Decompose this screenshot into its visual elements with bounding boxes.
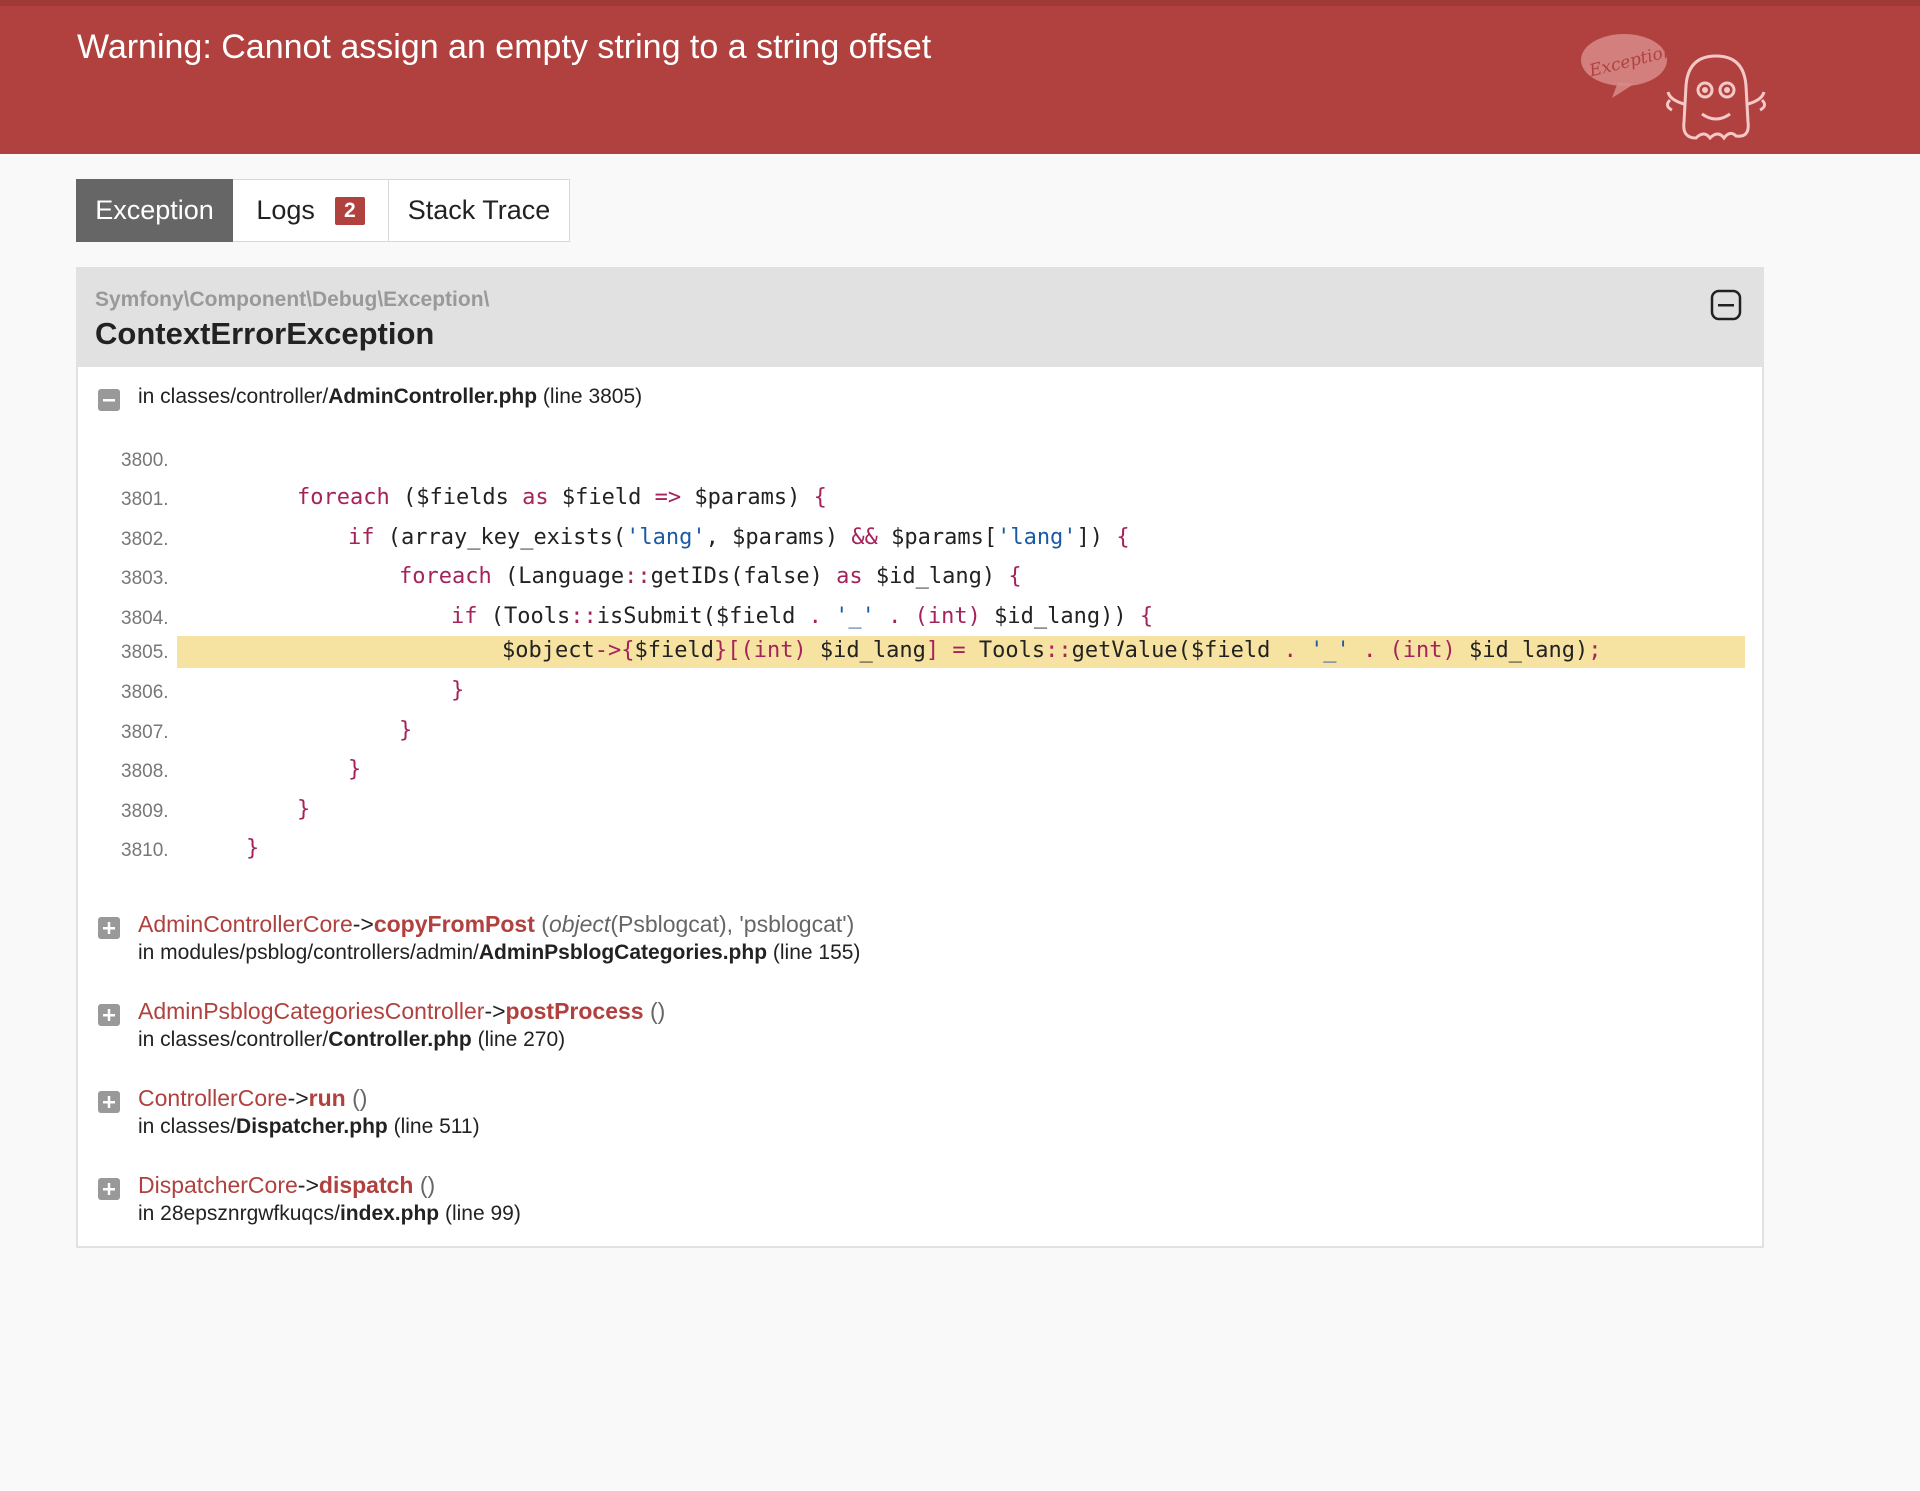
code-text: $object->{$field}[(int) $id_lang] = Tool… <box>502 638 1602 663</box>
tab-stack-trace-label: Stack Trace <box>407 195 551 225</box>
frame-location-line: (line 3805) <box>542 385 643 408</box>
trace-call[interactable]: DispatcherCore->dispatch () <box>138 1172 435 1199</box>
trace-location: in classes/controller/Controller.php (li… <box>138 1028 565 1052</box>
code-line: 3802. if (array_key_exists('lang', $para… <box>78 523 1762 555</box>
trace-arrow: -> <box>297 1172 319 1198</box>
trace-location-line: (line 511) <box>393 1115 480 1138</box>
trace-arrow: -> <box>352 911 374 937</box>
expand-frame-icon[interactable] <box>98 1178 120 1200</box>
trace-location-file: Dispatcher.php <box>236 1115 388 1138</box>
exception-header: Warning: Cannot assign an empty string t… <box>0 0 1920 154</box>
trace-method: copyFromPost <box>373 911 535 937</box>
line-number: 3808. <box>121 761 169 782</box>
exception-namespace: Symfony\Component\Debug\Exception\ <box>95 288 490 311</box>
code-text: if (Tools::isSubmit($field . '_' . (int)… <box>451 604 1154 629</box>
tab-exception-label: Exception <box>95 195 214 225</box>
tab-stack-trace[interactable]: Stack Trace <box>389 179 570 242</box>
trace-location-file: Controller.php <box>328 1028 472 1051</box>
code-line-highlighted: 3805. $object->{$field}[(int) $id_lang] … <box>78 636 1762 668</box>
exception-class: ContextErrorException <box>95 316 435 351</box>
code-line: 3808. } <box>78 755 1762 787</box>
trace-args: () <box>345 1085 368 1111</box>
tab-logs[interactable]: Logs 2 <box>233 179 389 242</box>
trace-location-prefix: in modules/psblog/controllers/admin/ <box>138 941 479 964</box>
trace-class: DispatcherCore <box>138 1172 298 1198</box>
trace-class: ControllerCore <box>138 1085 288 1111</box>
trace-method: dispatch <box>318 1172 414 1198</box>
collapse-frame-icon[interactable] <box>98 389 120 411</box>
line-number: 3809. <box>121 801 169 822</box>
line-number: 3802. <box>121 529 169 550</box>
code-line: 3809. } <box>78 795 1762 827</box>
code-line: 3810. } <box>78 834 1762 866</box>
trace-location-line: (line 99) <box>444 1202 521 1225</box>
trace-args-open: ( <box>534 911 549 937</box>
code-text: } <box>246 836 260 861</box>
trace-location: in modules/psblog/controllers/admin/Admi… <box>138 941 860 965</box>
tab-bar: Exception Logs 2 Stack Trace <box>76 179 570 244</box>
trace-args-type: object <box>548 911 611 937</box>
trace-call[interactable]: AdminControllerCore->copyFromPost (objec… <box>138 911 854 938</box>
exception-message: Warning: Cannot assign an empty string t… <box>77 28 932 66</box>
trace-call[interactable]: ControllerCore->run () <box>138 1085 367 1112</box>
code-text: foreach (Language::getIDs(false) as $id_… <box>399 564 1022 589</box>
code-text: foreach ($fields as $field => $params) { <box>297 485 827 510</box>
code-line: 3807. } <box>78 716 1762 748</box>
frame-location-prefix: in classes/controller/ <box>138 385 329 408</box>
trace-args-rest: (Psblogcat), 'psblogcat') <box>610 911 855 937</box>
collapse-all-icon[interactable] <box>1710 289 1742 321</box>
line-number: 3804. <box>121 608 169 629</box>
trace-location: in 28epsznrgwfkuqcs/index.php (line 99) <box>138 1202 521 1226</box>
code-line: 3804. if (Tools::isSubmit($field . '_' .… <box>78 602 1762 634</box>
expand-frame-icon[interactable] <box>98 1004 120 1026</box>
frame-location-file: AdminController.php <box>328 385 538 408</box>
code-text: } <box>399 718 413 743</box>
trace-location-line: (line 155) <box>772 941 861 964</box>
code-line: 3803. foreach (Language::getIDs(false) a… <box>78 562 1762 594</box>
trace-location-prefix: in classes/ <box>138 1115 237 1138</box>
trace-arrow: -> <box>484 998 506 1024</box>
trace-class: AdminControllerCore <box>138 911 353 937</box>
line-number: 3807. <box>121 722 169 743</box>
trace-location-prefix: in 28epsznrgwfkuqcs/ <box>138 1202 340 1225</box>
code-line: 3806. } <box>78 676 1762 708</box>
trace-args: () <box>643 998 666 1024</box>
expand-frame-icon[interactable] <box>98 1091 120 1113</box>
tab-logs-label: Logs <box>256 195 315 225</box>
trace-args: (object(Psblogcat), 'psblogcat') <box>535 911 854 937</box>
frame-location: in classes/controller/AdminController.ph… <box>138 385 642 409</box>
line-number: 3801. <box>121 489 169 510</box>
trace-location-file: AdminPsblogCategories.php <box>478 941 768 964</box>
line-number: 3805. <box>121 642 169 663</box>
exception-panel-header: Symfony\Component\Debug\Exception\ Conte… <box>78 269 1762 367</box>
trace-method: postProcess <box>505 998 644 1024</box>
code-text: } <box>297 797 311 822</box>
expand-frame-icon[interactable] <box>98 917 120 939</box>
tab-exception[interactable]: Exception <box>76 179 233 242</box>
code-line: 3800. <box>78 444 1762 476</box>
trace-class: AdminPsblogCategoriesController <box>138 998 485 1024</box>
code-line: 3801. foreach ($fields as $field => $par… <box>78 483 1762 515</box>
code-text: if (array_key_exists('lang', $params) &&… <box>348 525 1130 550</box>
trace-location: in classes/Dispatcher.php (line 511) <box>138 1115 480 1139</box>
trace-location-line: (line 270) <box>477 1028 566 1051</box>
line-number: 3810. <box>121 840 169 861</box>
line-number: 3800. <box>121 450 169 471</box>
line-number: 3806. <box>121 682 169 703</box>
trace-call[interactable]: AdminPsblogCategoriesController->postPro… <box>138 998 665 1025</box>
trace-method: run <box>308 1085 346 1111</box>
exception-panel: Symfony\Component\Debug\Exception\ Conte… <box>76 267 1764 1248</box>
line-number: 3803. <box>121 568 169 589</box>
logs-count-badge: 2 <box>334 196 365 225</box>
trace-location-prefix: in classes/controller/ <box>138 1028 329 1051</box>
ghost-exception-logo-icon: Exception! <box>1581 34 1767 141</box>
trace-location-file: index.php <box>339 1202 440 1225</box>
code-text: } <box>348 757 362 782</box>
trace-arrow: -> <box>287 1085 309 1111</box>
trace-args: () <box>413 1172 436 1198</box>
code-text: } <box>451 678 465 703</box>
